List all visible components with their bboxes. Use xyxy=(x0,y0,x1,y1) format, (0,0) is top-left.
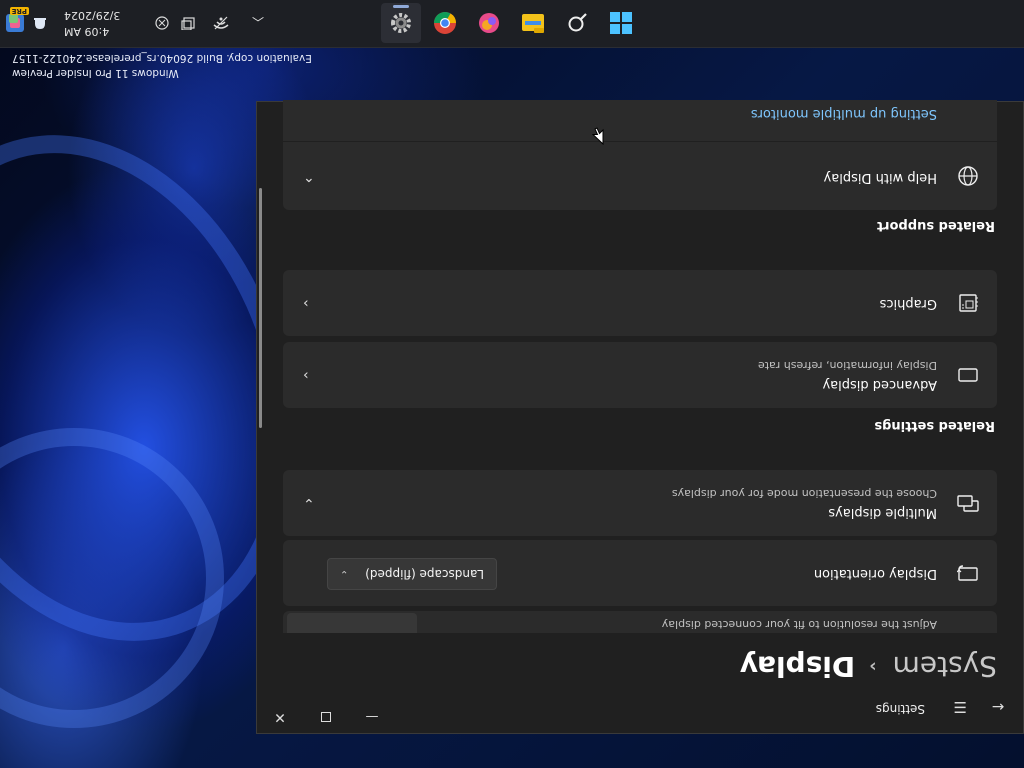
multiple-displays-subtitle: Choose the presentation mode for your di… xyxy=(671,487,937,500)
volume-icon[interactable] xyxy=(180,0,196,47)
advanced-display-card[interactable]: Advanced display Display information, re… xyxy=(283,342,997,408)
setting-up-multiple-monitors-link[interactable]: Setting up multiple monitors xyxy=(751,106,937,121)
file-explorer-button[interactable] xyxy=(513,3,553,43)
watermark-line2: Evaluation copy. Build 26040.rs_prerelea… xyxy=(12,52,312,64)
taskbar: ︿ 4:09 AM 3/29/2024 PRE xyxy=(0,0,1024,48)
start-button[interactable] xyxy=(601,3,641,43)
chevron-up-icon: ︿ xyxy=(251,15,264,30)
multiple-displays-card[interactable]: Multiple displays Choose the presentatio… xyxy=(283,470,997,536)
arrow-left-icon: ← xyxy=(991,698,1005,716)
help-with-display-header[interactable]: Help with Display ⌃ xyxy=(283,142,997,210)
gear-icon xyxy=(391,13,411,33)
desktop-screen: Windows 11 Pro Insider Preview Evaluatio… xyxy=(0,0,1024,768)
desktop-watermark: Windows 11 Pro Insider Preview Evaluatio… xyxy=(12,50,312,80)
chevron-right-icon: › xyxy=(303,367,309,383)
chevron-down-icon: ⌄ xyxy=(340,568,349,580)
multiple-displays-icon xyxy=(957,492,979,514)
taskbar-clock[interactable]: 4:09 AM 3/29/2024 xyxy=(64,0,144,47)
orientation-icon xyxy=(956,562,979,584)
copilot-icon xyxy=(479,13,499,33)
folder-icon xyxy=(522,14,544,33)
battery-icon[interactable] xyxy=(155,0,169,47)
network-icon[interactable] xyxy=(213,0,229,47)
copilot-button[interactable] xyxy=(469,3,509,43)
monitor-icon xyxy=(957,364,979,386)
page-title: Display xyxy=(739,650,856,683)
related-support-header: Related support xyxy=(876,218,995,233)
chevron-down-icon: ⌄ xyxy=(303,495,315,511)
active-app-indicator xyxy=(393,5,409,8)
clock-date: 3/29/2024 xyxy=(64,9,121,22)
minimize-button[interactable]: — xyxy=(349,701,395,733)
show-hidden-icons-button[interactable]: ︿ xyxy=(252,0,264,47)
clock-time: 4:09 AM xyxy=(64,25,110,38)
close-button[interactable]: ✕ xyxy=(257,701,303,733)
breadcrumb-system[interactable]: System xyxy=(893,650,997,683)
pre-badge: PRE xyxy=(3,0,29,47)
search-icon xyxy=(568,13,587,32)
globe-icon xyxy=(957,165,979,187)
advanced-display-subtitle: Display information, refresh rate xyxy=(757,359,937,372)
settings-content: Adjust the resolution to fit your connec… xyxy=(281,100,997,633)
display-resolution-card[interactable]: Adjust the resolution to fit your connec… xyxy=(283,611,997,633)
close-icon: ✕ xyxy=(274,709,286,725)
nav-menu-button[interactable]: ☰ xyxy=(943,691,977,723)
resolution-select[interactable] xyxy=(287,613,417,633)
chevron-up-icon: ⌃ xyxy=(303,168,315,184)
orientation-select[interactable]: Landscape (flipped) ⌄ xyxy=(327,558,497,590)
graphics-card-icon xyxy=(957,292,979,314)
windows-logo-icon xyxy=(610,12,632,34)
watermark-line1: Windows 11 Pro Insider Preview xyxy=(12,67,179,79)
display-orientation-card: Display orientation Landscape (flipped) … xyxy=(283,540,997,606)
scrollbar[interactable] xyxy=(259,188,262,428)
resolution-subtitle: Adjust the resolution to fit your connec… xyxy=(661,618,937,631)
related-settings-header: Related settings xyxy=(874,418,995,433)
divider xyxy=(283,141,997,142)
graphics-card[interactable]: Graphics › xyxy=(283,270,997,336)
help-with-display-card: Help with Display ⌃ Setting up multiple … xyxy=(283,100,997,210)
orientation-value: Landscape (flipped) xyxy=(365,567,484,581)
window-title: Settings xyxy=(875,702,925,716)
advanced-display-title: Advanced display xyxy=(822,377,937,392)
notification-bell-icon[interactable] xyxy=(33,0,47,47)
back-button[interactable]: ← xyxy=(981,691,1015,723)
chevron-right-icon: › xyxy=(869,656,877,677)
chevron-right-icon: › xyxy=(303,295,309,311)
pre-label: PRE xyxy=(9,7,29,15)
minimize-icon: — xyxy=(365,709,379,725)
settings-window: ← ☰ Settings — ✕ System › Display Adjust… xyxy=(256,100,1024,734)
chrome-icon xyxy=(434,12,456,34)
orientation-label: Display orientation xyxy=(813,566,937,581)
maximize-icon xyxy=(321,712,331,722)
chrome-button[interactable] xyxy=(425,3,465,43)
titlebar: ← ☰ Settings — ✕ xyxy=(257,685,1023,733)
maximize-button[interactable] xyxy=(303,701,349,733)
mouse-cursor xyxy=(591,123,604,146)
settings-taskbar-button[interactable] xyxy=(381,3,421,43)
hamburger-icon: ☰ xyxy=(953,698,967,716)
search-button[interactable] xyxy=(557,3,597,43)
breadcrumb: System › Display xyxy=(740,650,997,683)
multiple-displays-title: Multiple displays xyxy=(828,505,937,520)
graphics-title: Graphics xyxy=(879,296,937,311)
help-with-display-title: Help with Display xyxy=(823,170,937,185)
